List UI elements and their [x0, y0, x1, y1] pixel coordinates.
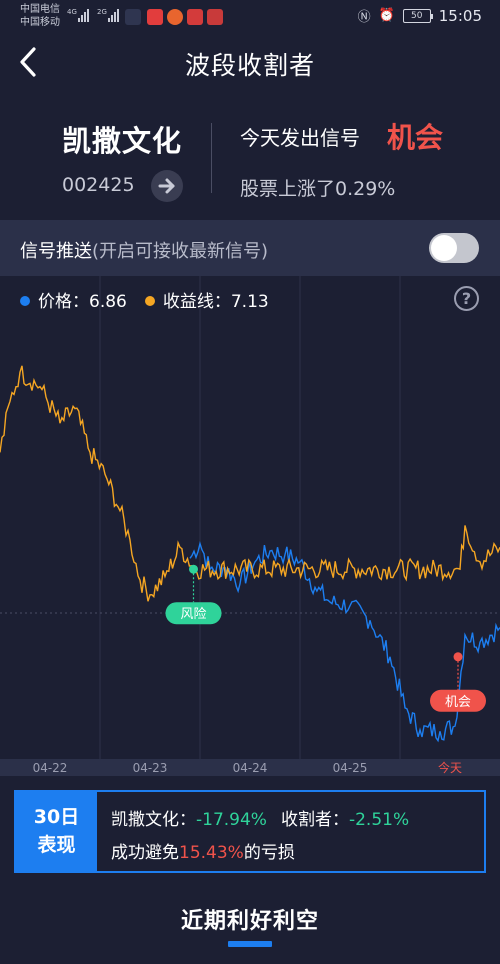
stock-code: 002425: [62, 174, 135, 196]
signal-marker-label: 风险: [180, 607, 206, 622]
carrier-info: 中国电信 中国移动: [20, 3, 60, 29]
carrier-1: 中国电信: [20, 4, 60, 15]
nfc-icon: Ⓝ: [357, 10, 371, 25]
chart-legend: 价格：6.86 收益线：7.13: [20, 287, 269, 312]
price-chart: 风险机会 04-22 04-23 04-24 04-25 今天 价格：6.86 收益线：7…: [0, 276, 500, 776]
help-icon[interactable]: ?: [454, 286, 479, 311]
toggle-knob: [431, 235, 457, 261]
network-type-1: 4G: [67, 8, 77, 16]
avoided-loss-prefix: 成功避免: [111, 843, 179, 863]
notification-app-icon: [187, 9, 203, 25]
x-tick-label: 04-22: [33, 761, 68, 775]
x-tick-label: 今天: [438, 760, 462, 775]
signal-marker-dot: [189, 564, 198, 574]
x-tick-label: 04-23: [133, 761, 168, 775]
info-divider: [211, 123, 212, 193]
signal-push-label: 信号推送(开启可接收最新信号): [20, 237, 268, 263]
signal-marker-dot: [453, 652, 463, 662]
stock-change-label: 凯撒文化：: [111, 810, 196, 830]
status-right: Ⓝ ⏰ 50 15:05: [357, 6, 482, 26]
legend-price: 价格：6.86: [20, 287, 127, 312]
signal-bars-1-icon: [78, 8, 89, 22]
performance-label-line1: 30日: [33, 806, 80, 828]
reaper-change-value: -2.51%: [348, 810, 410, 830]
legend-price-label: 价格：: [38, 292, 89, 312]
signal-text: 今天发出信号: [240, 126, 360, 150]
signal-push-hint: (开启可接收最新信号): [92, 241, 269, 262]
notification-app-icon: [125, 9, 141, 25]
performance-label: 30日 表现: [16, 792, 97, 871]
avoided-loss-text: 成功避免15.43%的亏损: [111, 838, 295, 863]
legend-yield-label: 收益线：: [162, 292, 231, 312]
network-type-2: 2G: [97, 8, 107, 16]
stock-name: 凯撒文化: [62, 124, 183, 158]
signal-marker-label: 机会: [445, 695, 471, 710]
legend-price-value: 6.86: [89, 292, 127, 312]
signal-push-toggle[interactable]: [429, 233, 479, 263]
tab-underline: [228, 941, 272, 947]
page-title: 波段收割者: [184, 51, 315, 80]
avoided-loss-suffix: 的亏损: [243, 843, 295, 863]
notification-app-icon: [207, 9, 223, 25]
performance-comparison: 凯撒文化：-17.94% 收割者：-2.51%: [111, 805, 409, 830]
legend-price-dot: [20, 296, 30, 306]
news-section-title[interactable]: 近期利好利空: [0, 903, 500, 935]
stock-change-value: -17.94%: [196, 810, 267, 830]
battery-icon: 50: [402, 8, 433, 23]
stock-detail-button[interactable]: [151, 170, 183, 202]
status-bar: 中国电信 中国移动 4G 2G Ⓝ ⏰ 50 15:05: [0, 0, 500, 34]
avoided-loss-value: 15.43%: [179, 843, 244, 863]
header: 波段收割者: [0, 34, 500, 94]
signal-push-title: 信号推送: [20, 241, 92, 262]
reaper-change-label: 收割者：: [280, 810, 349, 830]
legend-yield: 收益线：7.13: [144, 287, 269, 312]
x-tick-label: 04-24: [233, 761, 268, 775]
arrow-right-icon: [158, 178, 175, 194]
signal-bars-2-icon: [108, 8, 119, 22]
price-change-text: 股票上涨了0.29%: [240, 178, 396, 200]
x-tick-label: 04-25: [333, 761, 368, 775]
notification-app-icon: [167, 9, 183, 25]
signal-type: 机会: [387, 121, 444, 154]
performance-label-line2: 表现: [37, 834, 76, 856]
legend-yield-dot: [144, 296, 155, 306]
legend-yield-value: 7.13: [230, 292, 269, 312]
signal-push-bar: 信号推送(开启可接收最新信号): [0, 220, 500, 276]
notification-app-icon: [147, 9, 163, 25]
chart-canvas: 风险机会 04-22 04-23 04-24 04-25 今天: [0, 276, 500, 776]
performance-box: 30日 表现 凯撒文化：-17.94% 收割者：-2.51% 成功避免15.43%…: [14, 790, 486, 873]
clock: 15:05: [438, 6, 482, 25]
alarm-icon: ⏰: [378, 8, 395, 23]
carrier-2: 中国移动: [20, 17, 60, 28]
